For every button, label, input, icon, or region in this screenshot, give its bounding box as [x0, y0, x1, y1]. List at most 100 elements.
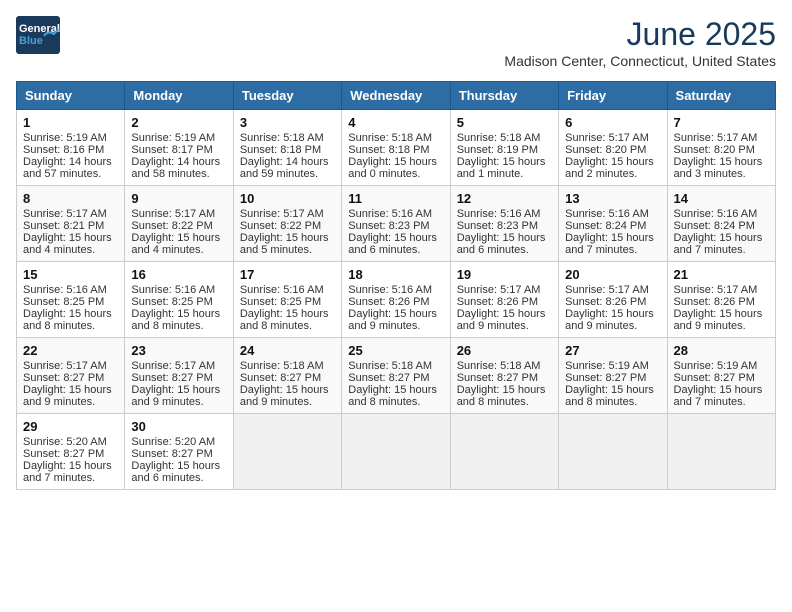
daylight-label: Daylight: 15 hours and 6 minutes. [457, 232, 546, 256]
logo-icon: General Blue [16, 16, 60, 54]
calendar-cell: 12 Sunrise: 5:16 AM Sunset: 8:23 PM Dayl… [450, 186, 558, 262]
day-number: 16 [131, 267, 226, 282]
calendar-header-row: SundayMondayTuesdayWednesdayThursdayFrid… [17, 82, 776, 110]
daylight-label: Daylight: 15 hours and 5 minutes. [240, 232, 329, 256]
calendar-week-2: 8 Sunrise: 5:17 AM Sunset: 8:21 PM Dayli… [17, 186, 776, 262]
sunrise-label: Sunrise: 5:16 AM [131, 284, 215, 296]
day-number: 21 [674, 267, 769, 282]
daylight-label: Daylight: 15 hours and 9 minutes. [565, 308, 654, 332]
sunrise-label: Sunrise: 5:16 AM [674, 208, 758, 220]
calendar-cell: 24 Sunrise: 5:18 AM Sunset: 8:27 PM Dayl… [233, 338, 341, 414]
sunset-label: Sunset: 8:19 PM [457, 144, 538, 156]
sunrise-label: Sunrise: 5:17 AM [674, 284, 758, 296]
sunset-label: Sunset: 8:27 PM [23, 372, 104, 384]
sunrise-label: Sunrise: 5:18 AM [240, 132, 324, 144]
day-number: 17 [240, 267, 335, 282]
day-number: 8 [23, 191, 118, 206]
daylight-label: Daylight: 15 hours and 6 minutes. [131, 460, 220, 484]
calendar-cell: 21 Sunrise: 5:17 AM Sunset: 8:26 PM Dayl… [667, 262, 775, 338]
sunrise-label: Sunrise: 5:17 AM [240, 208, 324, 220]
sunset-label: Sunset: 8:16 PM [23, 144, 104, 156]
calendar-cell [667, 414, 775, 490]
day-number: 19 [457, 267, 552, 282]
sunset-label: Sunset: 8:27 PM [131, 372, 212, 384]
calendar-cell: 20 Sunrise: 5:17 AM Sunset: 8:26 PM Dayl… [559, 262, 667, 338]
calendar-cell: 2 Sunrise: 5:19 AM Sunset: 8:17 PM Dayli… [125, 110, 233, 186]
sunrise-label: Sunrise: 5:19 AM [674, 360, 758, 372]
sunset-label: Sunset: 8:26 PM [457, 296, 538, 308]
header-thursday: Thursday [450, 82, 558, 110]
daylight-label: Daylight: 14 hours and 58 minutes. [131, 156, 220, 180]
calendar-cell: 25 Sunrise: 5:18 AM Sunset: 8:27 PM Dayl… [342, 338, 450, 414]
calendar-cell [559, 414, 667, 490]
calendar-cell [233, 414, 341, 490]
daylight-label: Daylight: 15 hours and 9 minutes. [23, 384, 112, 408]
day-number: 2 [131, 115, 226, 130]
calendar-cell [450, 414, 558, 490]
sunset-label: Sunset: 8:26 PM [565, 296, 646, 308]
calendar-cell: 28 Sunrise: 5:19 AM Sunset: 8:27 PM Dayl… [667, 338, 775, 414]
calendar-cell: 6 Sunrise: 5:17 AM Sunset: 8:20 PM Dayli… [559, 110, 667, 186]
day-number: 24 [240, 343, 335, 358]
sunrise-label: Sunrise: 5:16 AM [457, 208, 541, 220]
sunrise-label: Sunrise: 5:17 AM [131, 208, 215, 220]
sunrise-label: Sunrise: 5:17 AM [565, 284, 649, 296]
calendar-cell: 8 Sunrise: 5:17 AM Sunset: 8:21 PM Dayli… [17, 186, 125, 262]
sunset-label: Sunset: 8:27 PM [23, 448, 104, 460]
daylight-label: Daylight: 15 hours and 8 minutes. [565, 384, 654, 408]
calendar-cell: 13 Sunrise: 5:16 AM Sunset: 8:24 PM Dayl… [559, 186, 667, 262]
sunset-label: Sunset: 8:25 PM [240, 296, 321, 308]
daylight-label: Daylight: 15 hours and 4 minutes. [131, 232, 220, 256]
sunset-label: Sunset: 8:22 PM [240, 220, 321, 232]
sunrise-label: Sunrise: 5:16 AM [23, 284, 107, 296]
month-title: June 2025 [504, 16, 776, 53]
day-number: 14 [674, 191, 769, 206]
logo: General Blue [16, 16, 60, 54]
header-saturday: Saturday [667, 82, 775, 110]
day-number: 30 [131, 419, 226, 434]
daylight-label: Daylight: 15 hours and 8 minutes. [23, 308, 112, 332]
sunset-label: Sunset: 8:24 PM [565, 220, 646, 232]
calendar-cell: 17 Sunrise: 5:16 AM Sunset: 8:25 PM Dayl… [233, 262, 341, 338]
sunset-label: Sunset: 8:27 PM [240, 372, 321, 384]
daylight-label: Daylight: 15 hours and 8 minutes. [240, 308, 329, 332]
header-sunday: Sunday [17, 82, 125, 110]
sunset-label: Sunset: 8:25 PM [131, 296, 212, 308]
sunrise-label: Sunrise: 5:17 AM [565, 132, 649, 144]
daylight-label: Daylight: 15 hours and 6 minutes. [348, 232, 437, 256]
svg-text:Blue: Blue [19, 35, 43, 47]
calendar-cell [342, 414, 450, 490]
sunset-label: Sunset: 8:27 PM [674, 372, 755, 384]
day-number: 5 [457, 115, 552, 130]
calendar-table: SundayMondayTuesdayWednesdayThursdayFrid… [16, 81, 776, 490]
sunset-label: Sunset: 8:26 PM [348, 296, 429, 308]
daylight-label: Daylight: 15 hours and 9 minutes. [674, 308, 763, 332]
calendar-cell: 19 Sunrise: 5:17 AM Sunset: 8:26 PM Dayl… [450, 262, 558, 338]
sunset-label: Sunset: 8:27 PM [131, 448, 212, 460]
daylight-label: Daylight: 15 hours and 7 minutes. [23, 460, 112, 484]
sunrise-label: Sunrise: 5:18 AM [457, 132, 541, 144]
daylight-label: Daylight: 15 hours and 7 minutes. [674, 384, 763, 408]
calendar-cell: 22 Sunrise: 5:17 AM Sunset: 8:27 PM Dayl… [17, 338, 125, 414]
header-monday: Monday [125, 82, 233, 110]
sunrise-label: Sunrise: 5:18 AM [457, 360, 541, 372]
sunrise-label: Sunrise: 5:19 AM [565, 360, 649, 372]
day-number: 4 [348, 115, 443, 130]
header-tuesday: Tuesday [233, 82, 341, 110]
day-number: 6 [565, 115, 660, 130]
day-number: 26 [457, 343, 552, 358]
calendar-cell: 4 Sunrise: 5:18 AM Sunset: 8:18 PM Dayli… [342, 110, 450, 186]
sunrise-label: Sunrise: 5:19 AM [131, 132, 215, 144]
daylight-label: Daylight: 14 hours and 57 minutes. [23, 156, 112, 180]
calendar-week-4: 22 Sunrise: 5:17 AM Sunset: 8:27 PM Dayl… [17, 338, 776, 414]
calendar-cell: 3 Sunrise: 5:18 AM Sunset: 8:18 PM Dayli… [233, 110, 341, 186]
day-number: 3 [240, 115, 335, 130]
daylight-label: Daylight: 15 hours and 8 minutes. [131, 308, 220, 332]
sunrise-label: Sunrise: 5:18 AM [240, 360, 324, 372]
sunrise-label: Sunrise: 5:16 AM [565, 208, 649, 220]
calendar-week-5: 29 Sunrise: 5:20 AM Sunset: 8:27 PM Dayl… [17, 414, 776, 490]
day-number: 11 [348, 191, 443, 206]
sunrise-label: Sunrise: 5:17 AM [131, 360, 215, 372]
sunset-label: Sunset: 8:22 PM [131, 220, 212, 232]
day-number: 15 [23, 267, 118, 282]
